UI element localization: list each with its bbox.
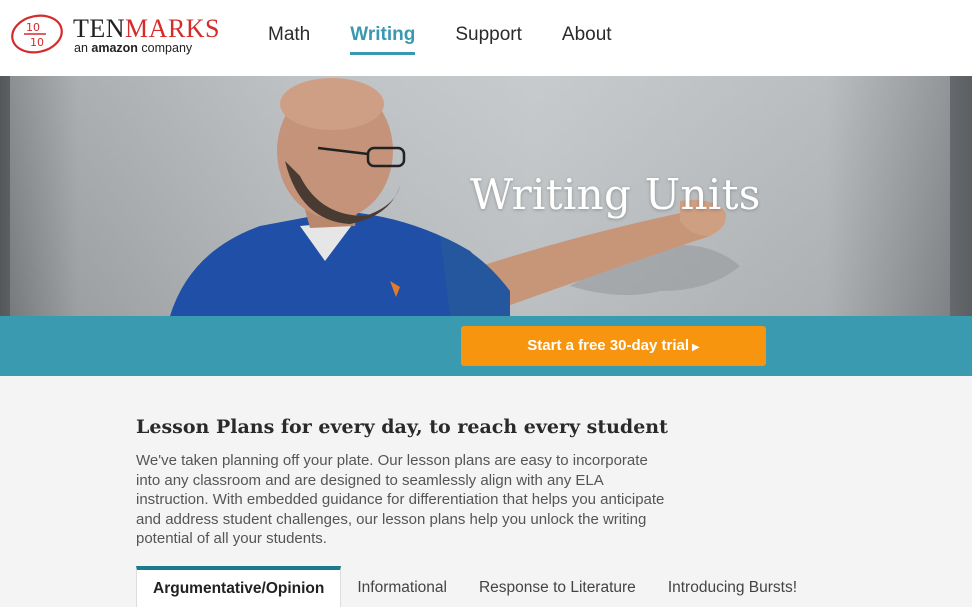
cta-band: Start a free 30-day trial ▶ — [0, 316, 972, 376]
tagline-suffix: company — [141, 41, 193, 55]
section-description: We've taken planning off your plate. Our… — [136, 452, 665, 547]
hero-banner: Writing Units — [0, 76, 972, 316]
score-circle-icon: 10 10 — [11, 14, 63, 54]
main-content: Lesson Plans for every day, to reach eve… — [0, 376, 972, 607]
start-trial-button[interactable]: Start a free 30-day trial ▶ — [461, 326, 766, 366]
logo-word-ten: TEN — [73, 14, 126, 43]
tab-introducing-bursts[interactable]: Introducing Bursts! — [652, 566, 813, 607]
start-trial-label: Start a free 30-day trial — [527, 337, 690, 354]
logo-tagline: an amazon company — [74, 41, 192, 55]
unit-tabs: Argumentative/Opinion Informational Resp… — [136, 566, 813, 607]
main-nav: Math Writing Support About — [248, 0, 632, 76]
logo-word-marks: MARKS — [125, 14, 221, 43]
svg-text:10: 10 — [26, 21, 40, 34]
tagline-brand: amazon — [91, 41, 138, 55]
nav-item-about[interactable]: About — [542, 0, 632, 76]
section-title: Lesson Plans for every day, to reach eve… — [136, 416, 668, 438]
nav-item-support[interactable]: Support — [435, 0, 542, 76]
page-title: Writing Units — [470, 170, 761, 219]
logo-wordmark: TENMARKS — [73, 14, 220, 44]
nav-item-math[interactable]: Math — [248, 0, 330, 76]
tab-argumentative-opinion[interactable]: Argumentative/Opinion — [136, 566, 342, 607]
tenmarks-logo[interactable]: 10 10 TENMARKS an amazon company — [10, 12, 220, 64]
svg-text:10: 10 — [30, 36, 44, 49]
tab-response-to-literature[interactable]: Response to Literature — [463, 566, 652, 607]
tagline-prefix: an — [74, 41, 88, 55]
play-arrow-icon: ▶ — [692, 342, 700, 353]
tab-informational[interactable]: Informational — [341, 566, 463, 607]
nav-item-writing[interactable]: Writing — [330, 0, 435, 76]
site-header: 10 10 TENMARKS an amazon company Math Wr… — [0, 0, 972, 76]
